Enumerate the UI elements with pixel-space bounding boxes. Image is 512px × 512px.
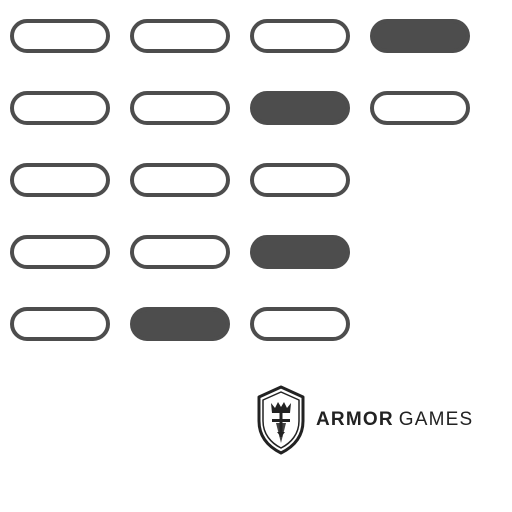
pill-3-3-outline[interactable] (250, 163, 350, 197)
pill-5-3-outline[interactable] (250, 307, 350, 341)
pill-4-3-filled[interactable] (250, 235, 350, 269)
pill-row-4 (10, 235, 470, 269)
pill-1-3-outline[interactable] (250, 19, 350, 53)
pill-1-1-outline[interactable] (10, 19, 110, 53)
pill-2-2-outline[interactable] (130, 91, 230, 125)
brand-name-light: GAMES (398, 409, 474, 430)
pill-row-2 (10, 91, 470, 125)
pill-grid (10, 19, 470, 379)
pill-1-2-outline[interactable] (130, 19, 230, 53)
pill-4-2-outline[interactable] (130, 235, 230, 269)
armor-games-logo[interactable]: ARMOR GAMES (256, 385, 473, 455)
pill-2-1-outline[interactable] (10, 91, 110, 125)
brand-name: ARMOR GAMES (316, 409, 473, 431)
brand-name-bold: ARMOR (316, 409, 394, 430)
pill-row-3 (10, 163, 470, 197)
game-stage: ARMOR GAMES (0, 0, 512, 512)
armor-games-shield-icon (257, 385, 305, 455)
pill-1-4-filled[interactable] (370, 19, 470, 53)
pill-5-2-filled[interactable] (130, 307, 230, 341)
pill-3-1-outline[interactable] (10, 163, 110, 197)
pill-3-2-outline[interactable] (130, 163, 230, 197)
pill-row-1 (10, 19, 470, 53)
pill-5-1-outline[interactable] (10, 307, 110, 341)
pill-2-3-filled[interactable] (250, 91, 350, 125)
pill-2-4-outline[interactable] (370, 91, 470, 125)
pill-row-5 (10, 307, 470, 341)
pill-4-1-outline[interactable] (10, 235, 110, 269)
